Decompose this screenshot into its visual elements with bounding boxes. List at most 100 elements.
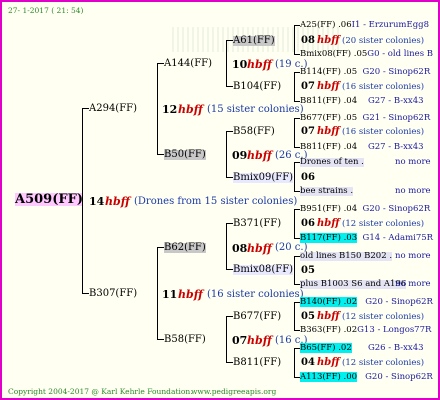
copyright: Copyright 2004-2017 @ Karl Kehrle Founda… [8, 387, 193, 396]
gen2-num: 08 [232, 242, 248, 255]
connector-line [157, 339, 164, 340]
gen2-queen[interactable]: B58(FF) [164, 335, 206, 345]
connector-line [157, 247, 164, 248]
root-sisters: (Drones from 15 sister colonies) [134, 196, 298, 207]
connector-line [294, 101, 300, 102]
root-num: 14 [89, 195, 105, 208]
connector-line [157, 247, 158, 340]
gen4-entry[interactable]: B677(FF) .05 G21 - Sinop62R [300, 114, 430, 123]
connector-line [294, 118, 300, 119]
connector-line [226, 362, 233, 363]
gen2-queen[interactable]: A144(FF) [164, 59, 212, 69]
site-url[interactable]: www.pedigreeapis.org [191, 388, 276, 396]
gen3-hbff: hbff [317, 357, 340, 368]
pedigree-diagram: 27- 1-2017 ( 21: 54) Copyright 2004-2017… [0, 0, 440, 400]
gen4-entry[interactable]: A25(FF) .06I1 - ErzurumEgg8 [300, 21, 429, 30]
connector-line [294, 209, 295, 239]
connector-line [294, 284, 300, 285]
gen3-sisters: (16 sister colonies) [342, 127, 425, 137]
gen3-sisters: (12 sister colonies) [342, 358, 425, 368]
gen2-num: 07 [232, 334, 248, 347]
gen1-hbff: hbff [178, 288, 203, 301]
gen2-queen[interactable]: B62(FF) [164, 243, 206, 253]
gen4-entry[interactable]: B811(FF) .04 G27 - B-xx43 [300, 97, 424, 106]
gen3-sisters: (12 sister colonies) [342, 312, 425, 322]
gen2-queen[interactable]: B50(FF) [164, 150, 206, 160]
gen4-entry[interactable]: B140(FF) .02 G20 - Sinop62R [300, 297, 433, 307]
drones-note: old lines B150 B202 . [300, 251, 393, 261]
connector-line [294, 348, 300, 349]
connector-line [82, 108, 83, 294]
gen4-entry[interactable]: B951(FF) .04 G20 - Sinop62R [300, 205, 430, 214]
connector-line [294, 238, 300, 239]
gen3-num: 08 [301, 35, 315, 46]
gen3-hbff: hbff [317, 35, 340, 46]
gen1-sisters: (16 sister colonies) [207, 289, 304, 300]
connector-line [294, 118, 295, 148]
gen3-queen[interactable]: B677(FF) [233, 312, 281, 322]
gen1-num: 11 [162, 288, 178, 301]
connector-line [157, 154, 164, 155]
gen4-entry[interactable]: Bmix08(FF) .05G0 - old lines B [300, 50, 433, 59]
gen3-hbff: hbff [317, 218, 340, 229]
connector-line [226, 316, 233, 317]
connector-line [226, 269, 233, 270]
gen4-entry[interactable]: B363(FF) .02G13 - Longos77R [300, 326, 431, 335]
gen2-hbff: hbff [247, 149, 272, 162]
connector-line [294, 162, 295, 192]
connector-line [226, 40, 233, 41]
gen4-entry[interactable]: B114(FF) .05 G20 - Sinop62R [300, 68, 430, 77]
gen3-queen[interactable]: A61(FF) [233, 36, 275, 46]
gen1-queen[interactable]: B307(FF) [89, 289, 137, 299]
connector-line [226, 316, 227, 363]
connector-line [294, 147, 300, 148]
connector-line [294, 162, 300, 163]
gen4-entry[interactable]: A113(FF) .00 G20 - Sinop62R [300, 372, 433, 382]
root-queen[interactable]: A509(FF) [15, 193, 83, 206]
gen1-num: 12 [162, 103, 178, 116]
gen3-queen[interactable]: B58(FF) [233, 127, 275, 137]
gen3-hbff: hbff [317, 126, 340, 137]
gen3-queen[interactable]: Bmix08(FF) [233, 265, 294, 275]
no-more-label: no more [395, 157, 431, 167]
connector-line [226, 40, 227, 87]
connector-line [294, 377, 300, 378]
no-more-label: no more [395, 251, 431, 261]
connector-line [294, 72, 300, 73]
gen3-sisters: (16 sister colonies) [342, 82, 425, 92]
gen3-queen[interactable]: B371(FF) [233, 219, 281, 229]
drones-note: Drones of ten . [300, 157, 364, 167]
drones-note: bee strains . [300, 186, 354, 196]
gen3-sisters: (20 sister colonies) [342, 36, 425, 46]
gen1-queen[interactable]: A294(FF) [89, 104, 137, 114]
connector-line [226, 131, 233, 132]
root-hbff: hbff [105, 195, 130, 208]
gen3-queen[interactable]: Bmix09(FF) [233, 173, 294, 183]
gen3-queen[interactable]: B811(FF) [233, 358, 281, 368]
date-stamp: 27- 1-2017 ( 21: 54) [8, 6, 84, 15]
gen2-hbff: hbff [247, 242, 272, 255]
connector-line [226, 131, 227, 178]
gen3-hbff: hbff [317, 311, 340, 322]
connector-line [82, 108, 89, 109]
no-more-label: no more [395, 279, 431, 289]
connector-line [226, 86, 233, 87]
gen3-hbff: hbff [317, 81, 340, 92]
gen3-num: 04 [301, 357, 315, 368]
gen4-entry[interactable]: B811(FF) .04 G27 - B-xx43 [300, 143, 424, 152]
gen3-queen[interactable]: B104(FF) [233, 82, 281, 92]
gen1-hbff: hbff [178, 103, 203, 116]
connector-line [294, 256, 295, 285]
gen4-entry[interactable]: B65(FF) .02 G26 - B-xx43 [300, 343, 424, 353]
connector-line [294, 54, 300, 55]
gen2-num: 09 [232, 149, 248, 162]
connector-line [157, 63, 158, 155]
gen3-num: 06 [301, 172, 315, 183]
connector-line [294, 191, 300, 192]
connector-line [157, 63, 164, 64]
gen3-num: 05 [301, 311, 315, 322]
gen2-num: 10 [232, 58, 248, 71]
gen3-sisters: (12 sister colonies) [342, 219, 425, 229]
connector-line [294, 302, 295, 331]
gen4-entry[interactable]: B117(FF) .03 G14 - Adami75R [300, 233, 433, 243]
